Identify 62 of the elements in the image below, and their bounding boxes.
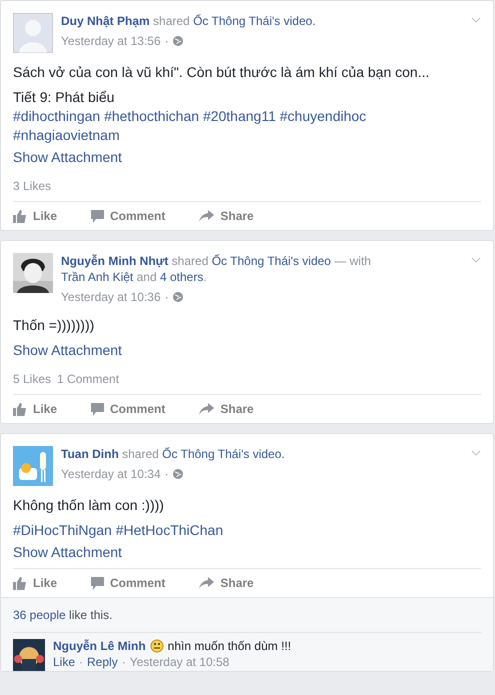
post-text: Sách vở của con là vũ khí". Còn bút thước là ám khí của bạn con... (13, 63, 430, 82)
post-action-button[interactable]: Like (13, 574, 58, 592)
chevron-down-icon[interactable] (471, 257, 481, 263)
hashtag-link[interactable]: #chuyendihoc (280, 108, 366, 124)
separator-dot: · (79, 655, 84, 669)
comment-action-link[interactable]: Reply (87, 655, 118, 669)
hashtag-link[interactable]: #hethocthichan (104, 108, 200, 124)
post-action-button[interactable]: Comment (91, 574, 166, 592)
speech-bubble-icon (91, 576, 104, 590)
post-header: Duy Nhật Phạm shared Ốc Thông Thái's video. (61, 13, 317, 29)
profile-link[interactable]: Ốc Thông Thái's video. (193, 14, 316, 28)
likes-summary: 36 people like this. (13, 598, 481, 633)
globe-icon (172, 469, 183, 479)
show-attachment-link[interactable]: Show Attachment (13, 543, 433, 562)
hashtag-link[interactable]: #DiHocThiNgan (13, 522, 112, 538)
post-action-button[interactable]: Share (199, 207, 254, 225)
post-action-button[interactable]: Comment (91, 400, 166, 418)
comment-action-link[interactable]: Like (53, 655, 76, 669)
share-arrow-icon (199, 403, 214, 415)
author-link[interactable]: Tuan Dinh (61, 447, 119, 461)
author-link[interactable]: Duy Nhật Phạm (61, 14, 150, 28)
author-link[interactable]: Nguyễn Minh Nhựt (61, 254, 168, 268)
post-action-button[interactable]: Comment (91, 207, 166, 225)
profile-link[interactable]: Trần Anh Kiệt (61, 270, 134, 284)
separator-dot: · (164, 466, 169, 483)
separator-dot: · (164, 33, 169, 50)
show-attachment-link[interactable]: Show Attachment (13, 148, 433, 167)
hashtag-link[interactable]: #HetHocThiChan (116, 522, 224, 538)
avatar-placeholder-icon (13, 13, 53, 53)
globe-icon (172, 292, 183, 302)
hashtag-link[interactable]: #20thang11 (202, 108, 276, 124)
thumbs-up-icon (13, 402, 27, 416)
profile-link[interactable]: 4 others (160, 270, 204, 284)
chevron-down-icon[interactable] (471, 17, 481, 23)
post-text: Không thốn làm con :)))) (13, 496, 165, 515)
likers-link[interactable]: 36 people (13, 608, 66, 622)
hashtag-link[interactable]: #nhagiaovietnam (13, 127, 120, 143)
globe-icon (172, 36, 183, 46)
post-text: Thốn =)))))))) (13, 316, 96, 335)
show-attachment-link[interactable]: Show Attachment (13, 341, 433, 360)
post-action-button[interactable]: Like (13, 207, 58, 225)
profile-link[interactable]: Ốc Thông Thái's video (212, 254, 331, 268)
cartoon-avatar-icon (13, 446, 53, 486)
post-action-button[interactable]: Share (199, 400, 254, 418)
post-action-button[interactable]: Share (199, 574, 254, 592)
share-arrow-icon (199, 210, 214, 222)
chevron-down-icon[interactable] (471, 450, 481, 456)
post-header: Tuan Dinh shared Ốc Thông Thái's video. (61, 446, 286, 462)
post-header: Nguyễn Minh Nhựt shared Ốc Thông Thái's video — with Trần Anh Kiệt and 4 others. (61, 253, 372, 285)
speech-bubble-icon (91, 402, 104, 416)
hashtag-link[interactable]: #dihocthingan (13, 108, 100, 124)
thumbs-up-icon (13, 576, 27, 590)
share-arrow-icon (199, 577, 214, 589)
comment-text: nhìn muốn thốn dùm !!! (168, 639, 292, 653)
commenter-link[interactable]: Nguyễn Lê Minh (53, 639, 146, 653)
post-action-button[interactable]: Like (13, 400, 58, 418)
thumbs-up-icon (13, 210, 27, 222)
separator-dot: · (164, 289, 169, 306)
post-text: Tiết 9: Phát biểu (13, 88, 116, 107)
separator-dot: · (122, 655, 126, 669)
speech-bubble-icon (91, 210, 104, 222)
profile-link[interactable]: Ốc Thông Thái's video. (162, 447, 285, 461)
